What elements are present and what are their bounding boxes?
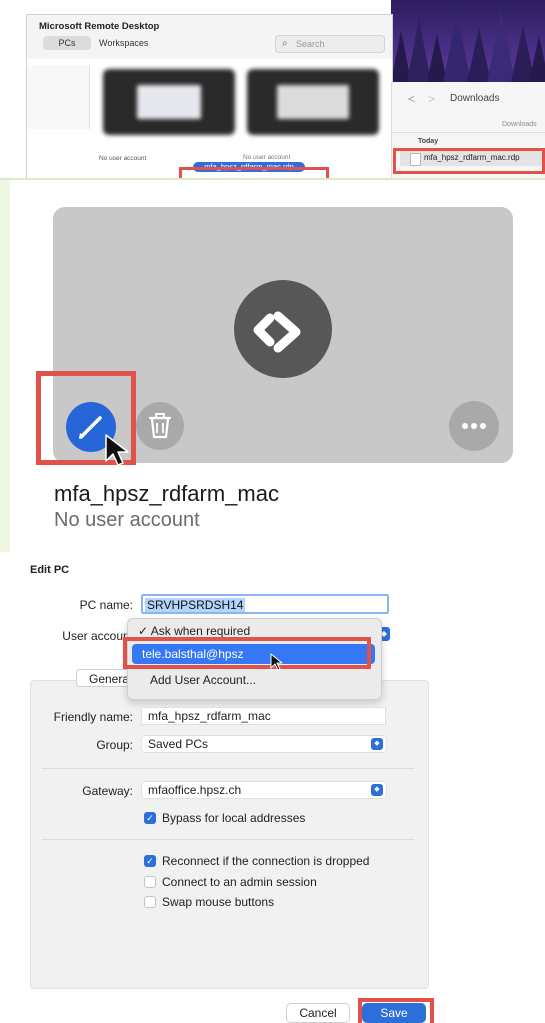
- tab-workspaces[interactable]: Workspaces: [99, 36, 159, 50]
- swap-mouse-label: Swap mouse buttons: [162, 895, 275, 909]
- reconnect-label: Reconnect if the connection is dropped: [162, 854, 370, 868]
- screenshot-remote-desktop-and-downloads: Microsoft Remote Desktop PCs Workspaces …: [0, 0, 545, 178]
- swap-mouse-checkbox[interactable]: [144, 896, 156, 908]
- cancel-button[interactable]: Cancel: [286, 1003, 350, 1023]
- divider: [0, 178, 545, 180]
- dropdown-option-add-user[interactable]: Add User Account...: [150, 673, 256, 687]
- mouse-cursor-icon: [104, 433, 130, 472]
- dialog-title: Edit PC: [30, 564, 70, 576]
- more-options-button[interactable]: [449, 401, 499, 451]
- tab-general[interactable]: General: [76, 669, 132, 687]
- search-icon: ⌕: [282, 38, 288, 49]
- pc-user-label: No user account: [243, 154, 291, 161]
- admin-session-label: Connect to an admin session: [162, 875, 317, 889]
- pc-name-input[interactable]: SRVHPSRDSH14: [141, 594, 389, 614]
- bypass-local-checkbox[interactable]: ✓: [144, 812, 156, 824]
- divider: [392, 132, 545, 133]
- pc-name: mfa_hpsz_rdfarm_mac: [54, 481, 279, 506]
- friendly-name-label: Friendly name:: [53, 710, 133, 724]
- gateway-label: Gateway:: [82, 784, 133, 798]
- highlight-box: [123, 637, 371, 669]
- pc-user-label: No user account: [99, 155, 147, 162]
- settings-panel: [30, 680, 429, 989]
- highlight-box: [358, 998, 434, 1023]
- divider: [42, 768, 414, 769]
- search-placeholder: Search: [296, 39, 325, 49]
- desktop-wallpaper: [391, 0, 545, 82]
- gateway-value: mfaoffice.hpsz.ch: [148, 783, 242, 797]
- gateway-select[interactable]: mfaoffice.hpsz.ch ◆: [141, 781, 387, 799]
- group-select[interactable]: Saved PCs ◆: [141, 735, 387, 753]
- highlight-box: [393, 148, 545, 174]
- chevron-updown-icon: ◆: [371, 784, 383, 796]
- pc-thumbnail[interactable]: [103, 69, 235, 135]
- highlight-box: [179, 167, 329, 178]
- finder-title: Downloads: [450, 93, 500, 104]
- dropdown-option-ask[interactable]: ✓ Ask when required: [138, 624, 250, 638]
- tab-pcs[interactable]: PCs: [43, 36, 91, 50]
- finder-path: Downloads: [502, 121, 537, 128]
- group-value: Saved PCs: [148, 737, 209, 751]
- reconnect-checkbox[interactable]: ✓: [144, 855, 156, 867]
- chevron-updown-icon: ◆: [371, 738, 383, 750]
- forward-chevron-icon[interactable]: >: [428, 92, 435, 106]
- pc-user-account: No user account: [54, 509, 200, 531]
- remote-desktop-logo-icon: [234, 280, 332, 378]
- admin-session-checkbox[interactable]: [144, 876, 156, 888]
- divider: [42, 839, 414, 840]
- pc-thumbnail[interactable]: [247, 69, 379, 135]
- user-account-label: User account: [62, 629, 133, 643]
- trash-icon: [148, 413, 172, 439]
- remote-desktop-window: Microsoft Remote Desktop PCs Workspaces …: [26, 14, 393, 178]
- section-header: Today: [418, 138, 439, 145]
- friendly-name-input[interactable]: mfa_hpsz_rdfarm_mac: [141, 707, 386, 725]
- group-label: Group:: [96, 738, 133, 752]
- pc-name-value: SRVHPSRDSH14: [145, 598, 246, 612]
- back-chevron-icon[interactable]: <: [408, 92, 415, 106]
- search-input[interactable]: ⌕ Search: [275, 35, 385, 53]
- bypass-local-label: Bypass for local addresses: [162, 811, 306, 825]
- edge-stripe: [0, 178, 10, 552]
- window-title: Microsoft Remote Desktop: [39, 21, 160, 32]
- edit-pc-dialog: Edit PC PC name: SRVHPSRDSH14 User accou…: [0, 552, 545, 1023]
- mouse-cursor-icon: [270, 653, 284, 676]
- delete-button[interactable]: [136, 402, 184, 450]
- sidebar-partial: [27, 65, 90, 129]
- screenshot-pc-tile: mfa_hpsz_rdfarm_mac No user account: [0, 178, 545, 552]
- pc-name-label: PC name:: [79, 598, 133, 612]
